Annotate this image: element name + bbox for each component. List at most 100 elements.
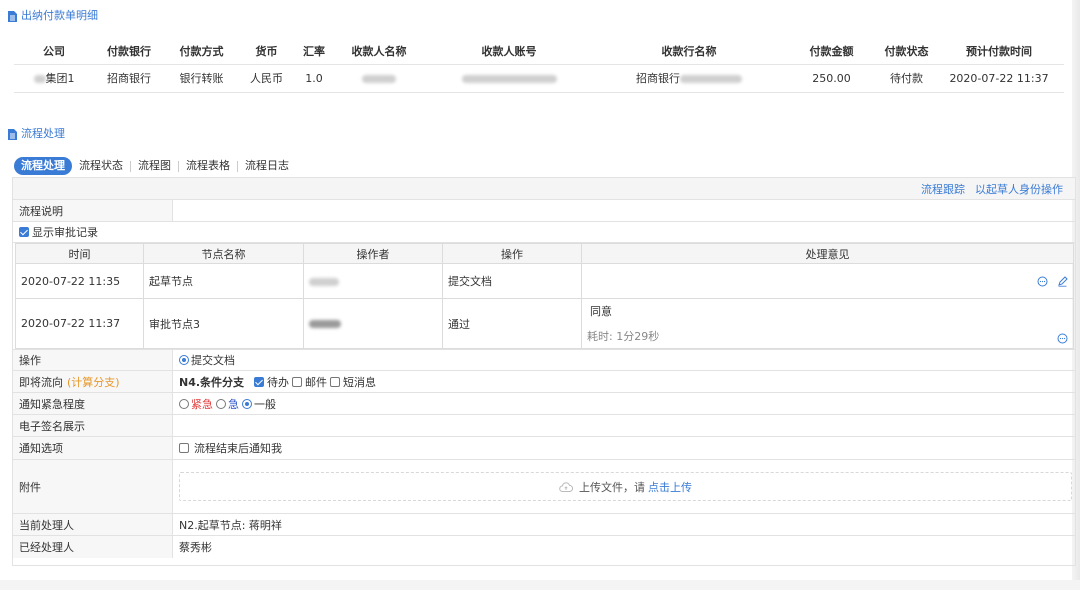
upload-dropzone[interactable]: 上传文件，请 点击上传 xyxy=(179,472,1072,501)
cell-pay-time: 2020-07-22 11:37 xyxy=(934,64,1064,93)
redacted-mark xyxy=(680,75,742,83)
record-node: 起草节点 xyxy=(143,263,304,299)
notify-label: 通知选项 xyxy=(13,437,173,459)
col-amount: 付款金额 xyxy=(784,38,879,65)
bottom-band xyxy=(0,580,1080,590)
email-label: 邮件 xyxy=(305,375,328,389)
tab-log[interactable]: 流程日志 xyxy=(238,157,296,175)
payment-section-title: 出纳付款单明细 xyxy=(8,8,98,24)
payment-table-header: 公司 付款银行 付款方式 货币 汇率 收款人名称 收款人账号 收款行名称 付款金… xyxy=(14,38,1064,65)
hurry-radio[interactable] xyxy=(216,398,226,409)
col-opinion: 处理意见 xyxy=(581,243,1074,264)
current-handler-row: 当前处理人 N2.起草节点: 蒋明祥 xyxy=(13,514,1075,536)
tab-diagram[interactable]: 流程图 xyxy=(131,157,178,175)
process-form: 流程跟踪 以起草人身份操作 流程说明 显示审批记录 时间 节点名称 操作者 操作… xyxy=(12,177,1076,566)
description-label: 流程说明 xyxy=(13,200,173,221)
urgent-radio[interactable] xyxy=(179,398,189,409)
col-payee-account: 收款人账号 xyxy=(424,38,594,65)
drafter-operate-link[interactable]: 以起草人身份操作 xyxy=(975,181,1063,197)
cell-status: 待付款 xyxy=(879,64,934,93)
normal-label: 一般 xyxy=(254,397,276,411)
sms-label: 短消息 xyxy=(343,375,377,389)
show-records-checkbox[interactable] xyxy=(19,227,29,237)
col-action: 操作 xyxy=(442,243,582,264)
cloud-upload-icon xyxy=(559,481,573,492)
tab-process[interactable]: 流程处理 xyxy=(14,157,72,175)
show-records-row: 显示审批记录 xyxy=(13,222,1075,243)
notify-end-label: 流程结束后通知我 xyxy=(194,442,282,455)
urgency-value: 紧急 急 一般 xyxy=(173,393,1075,414)
description-value[interactable] xyxy=(173,200,1075,221)
table-row: 2020-07-22 11:35 起草节点 提交文档 xyxy=(15,263,1074,299)
process-section-title: 流程处理 xyxy=(8,126,65,142)
urgency-label: 通知紧急程度 xyxy=(13,393,173,414)
tab-status[interactable]: 流程状态 xyxy=(72,157,130,175)
todo-checkbox[interactable] xyxy=(254,376,265,387)
record-node: 审批节点3 xyxy=(143,298,304,349)
approval-record-table: 时间 节点名称 操作者 操作 处理意见 2020-07-22 11:35 起草节… xyxy=(15,243,1074,349)
tab-table[interactable]: 流程表格 xyxy=(179,157,237,175)
duration-text: 耗时: 1分29秒 xyxy=(587,330,660,343)
next-flow-node: N4.条件分支 xyxy=(179,375,245,389)
urgency-row: 通知紧急程度 紧急 急 一般 xyxy=(13,393,1075,415)
attachment-value: 上传文件，请 点击上传 xyxy=(173,460,1075,513)
cell-payee-name xyxy=(334,64,424,93)
cell-rate: 1.0 xyxy=(294,64,334,93)
comment-icon[interactable] xyxy=(1057,333,1068,344)
cell-amount: 250.00 xyxy=(784,64,879,93)
redacted-mark xyxy=(362,74,396,83)
comment-icon[interactable] xyxy=(1037,276,1048,287)
handled-row: 已经处理人 蔡秀彬 xyxy=(13,536,1075,558)
operation-row: 操作 提交文档 xyxy=(13,349,1075,371)
table-row: 集团1 招商银行 银行转账 人民币 1.0 招商银行 250.00 待付款 20… xyxy=(14,64,1064,93)
submit-doc-radio[interactable] xyxy=(179,355,189,365)
payee-bank-text: 招商银行 xyxy=(636,72,680,85)
opinion-text: 同意 xyxy=(590,305,612,318)
col-method: 付款方式 xyxy=(164,38,239,65)
operation-label: 操作 xyxy=(13,350,173,370)
next-flow-label-text: 即将流向 xyxy=(19,375,63,389)
col-pay-time: 预计付款时间 xyxy=(934,38,1064,65)
document-icon xyxy=(8,128,17,140)
cell-bank: 招商银行 xyxy=(94,64,164,93)
record-operator xyxy=(303,263,443,299)
record-table-header: 时间 节点名称 操作者 操作 处理意见 xyxy=(15,243,1074,264)
handled-value: 蔡秀彬 xyxy=(179,541,212,554)
redacted-mark xyxy=(309,277,339,286)
cell-payee-account xyxy=(424,64,594,93)
col-node: 节点名称 xyxy=(143,243,304,264)
cell-currency: 人民币 xyxy=(239,64,294,93)
col-time: 时间 xyxy=(15,243,144,264)
normal-radio[interactable] xyxy=(242,398,252,409)
click-upload-link[interactable]: 点击上传 xyxy=(648,479,692,495)
cell-company: 集团1 xyxy=(14,64,94,93)
signature-label: 电子签名展示 xyxy=(13,415,173,436)
operation-value: 提交文档 xyxy=(173,350,1075,370)
attachment-label: 附件 xyxy=(13,460,173,513)
description-row: 流程说明 xyxy=(13,200,1075,222)
company-text: 集团1 xyxy=(45,72,75,85)
edit-icon[interactable] xyxy=(1057,276,1068,287)
record-action: 通过 xyxy=(442,298,582,349)
notify-end-checkbox[interactable] xyxy=(179,443,189,453)
current-handler-value: N2.起草节点: 蒋明祥 xyxy=(179,518,282,532)
notify-value: 流程结束后通知我 xyxy=(173,437,1075,459)
current-handler-label: 当前处理人 xyxy=(13,514,173,535)
cell-payee-bank: 招商银行 xyxy=(594,64,784,93)
process-links-bar: 流程跟踪 以起草人身份操作 xyxy=(13,178,1075,200)
trace-link[interactable]: 流程跟踪 xyxy=(921,181,965,197)
record-opinion xyxy=(581,263,1074,299)
col-company: 公司 xyxy=(14,38,94,65)
redacted-mark xyxy=(33,75,46,83)
sms-checkbox[interactable] xyxy=(330,376,341,387)
record-action: 提交文档 xyxy=(442,263,582,299)
col-payee-name: 收款人名称 xyxy=(334,38,424,65)
record-time: 2020-07-22 11:37 xyxy=(15,298,144,349)
col-operator: 操作者 xyxy=(303,243,443,264)
table-row: 2020-07-22 11:37 审批节点3 通过 同意 耗时: 1分29秒 xyxy=(15,298,1074,349)
notify-row: 通知选项 流程结束后通知我 xyxy=(13,437,1075,460)
show-records-label: 显示审批记录 xyxy=(32,226,98,239)
record-time: 2020-07-22 11:35 xyxy=(15,263,144,299)
col-status: 付款状态 xyxy=(879,38,934,65)
email-checkbox[interactable] xyxy=(292,376,303,387)
